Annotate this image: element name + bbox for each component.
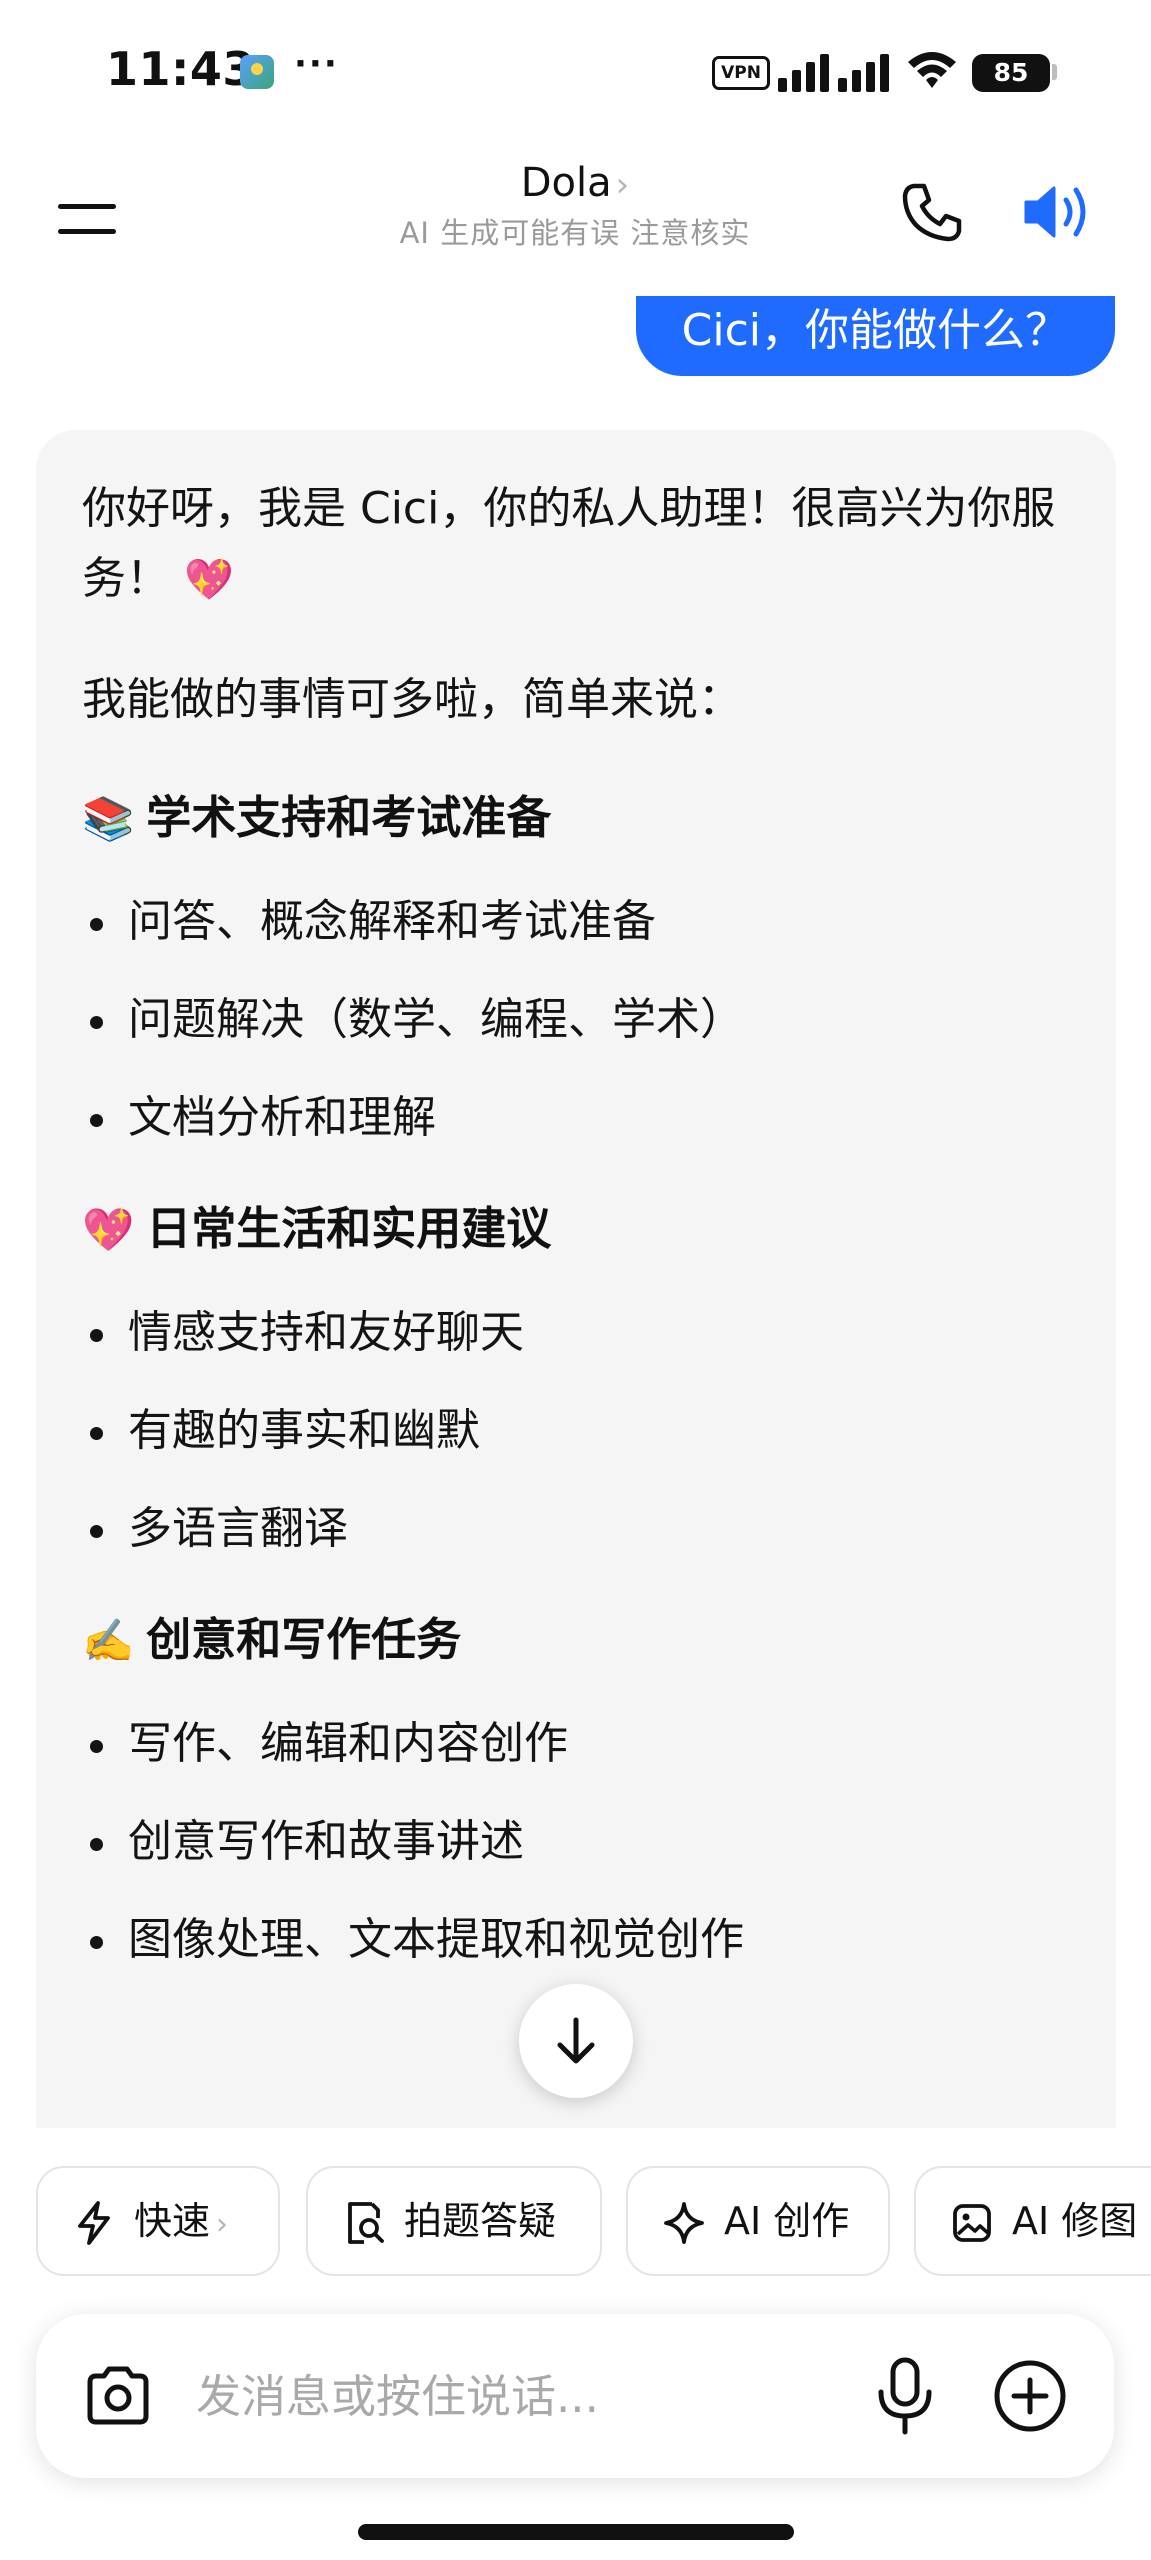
section-title: ✍️ 创意和写作任务 (82, 1613, 462, 1666)
list-item: 写作、编辑和内容创作 (82, 1716, 1070, 1772)
speaker-button[interactable] (1020, 176, 1100, 248)
section-list: 问答、概念解释和考试准备 问题解决（数学、编程、学术） 文档分析和理解 (82, 894, 1070, 1146)
bot-title-button[interactable]: Dola › AI 生成可能有误 注意核实 (340, 160, 810, 252)
lightning-icon (78, 2201, 110, 2245)
ai-image-edit-chip[interactable]: AI 修图 (914, 2166, 1151, 2276)
status-time: 11:43 (106, 42, 255, 96)
books-emoji-icon: 📚 (82, 794, 135, 843)
scroll-to-bottom-button[interactable] (519, 1984, 633, 2098)
list-item: 有趣的事实和幽默 (82, 1403, 1070, 1459)
camera-button[interactable] (80, 2358, 156, 2434)
quick-actions-bar[interactable]: 快速 › 拍题答疑 AI 创作 AI 修图 (36, 2166, 1151, 2276)
list-item: 图像处理、文本提取和视觉创作 (82, 1912, 1070, 1968)
app-notification-icon (240, 55, 274, 89)
microphone-button[interactable] (870, 2354, 940, 2438)
chevron-right-icon: › (216, 2207, 229, 2242)
section-title: 📚 学术支持和考试准备 (82, 791, 552, 844)
message-composer (36, 2314, 1114, 2478)
message-input[interactable] (196, 2354, 836, 2438)
section-list: 情感支持和友好聊天 有趣的事实和幽默 多语言翻译 (82, 1305, 1070, 1557)
phone-call-button[interactable] (896, 176, 968, 248)
writing-hand-emoji-icon: ✍️ (82, 1616, 135, 1665)
menu-button[interactable] (52, 188, 122, 250)
plus-button[interactable] (990, 2356, 1070, 2436)
home-indicator[interactable] (358, 2524, 794, 2540)
photo-question-chip[interactable]: 拍题答疑 (306, 2166, 602, 2276)
chat-header: Dola › AI 生成可能有误 注意核实 (0, 150, 1151, 290)
image-edit-icon (953, 2204, 991, 2242)
signal-icon (778, 54, 889, 92)
photo-search-icon (348, 2202, 384, 2244)
arrow-down-icon (557, 2017, 595, 2064)
section-list: 写作、编辑和内容创作 创意写作和故事讲述 图像处理、文本提取和视觉创作 (82, 1716, 1070, 1968)
heart-emoji-icon: 💖 (184, 557, 234, 603)
section-title: 💖 日常生活和实用建议 (82, 1202, 552, 1255)
status-bar: 11:43 ··· VPN 85 (0, 0, 1151, 150)
ai-create-chip[interactable]: AI 创作 (626, 2166, 890, 2276)
sparkle-icon (664, 2202, 704, 2244)
assistant-intro: 你好呀，我是 Cici，你的私人助理！很高兴为你服务！ 💖 (82, 483, 1056, 604)
list-item: 问题解决（数学、编程、学术） (82, 992, 1070, 1048)
wifi-icon (908, 52, 956, 88)
battery-tip (1052, 64, 1057, 80)
app-screen: 11:43 ··· VPN 85 Dola › AI 生成可能有误 注意核实 C… (0, 0, 1151, 2560)
list-item: 创意写作和故事讲述 (82, 1814, 1070, 1870)
list-item: 多语言翻译 (82, 1501, 1070, 1557)
heart-emoji-icon: 💖 (82, 1205, 135, 1254)
assistant-message: 你好呀，我是 Cici，你的私人助理！很高兴为你服务！ 💖 我能做的事情可多啦，… (36, 430, 1116, 2128)
quick-mode-chip[interactable]: 快速 › (36, 2166, 280, 2276)
chevron-right-icon: › (615, 165, 630, 205)
chat-messages[interactable]: Cici，你能做什么？ 你好呀，我是 Cici，你的私人助理！很高兴为你服务！ … (0, 296, 1151, 2128)
vpn-icon: VPN (712, 56, 770, 90)
list-item: 问答、概念解释和考试准备 (82, 894, 1070, 950)
battery-icon: 85 (972, 54, 1050, 92)
list-item: 情感支持和友好聊天 (82, 1305, 1070, 1361)
ai-disclaimer: AI 生成可能有误 注意核实 (399, 216, 751, 250)
bot-name: Dola (520, 160, 612, 206)
list-item: 文档分析和理解 (82, 1090, 1070, 1146)
status-more-icon: ··· (294, 44, 339, 84)
user-message-bubble: Cici，你能做什么？ (635, 296, 1115, 376)
assistant-lead: 我能做的事情可多啦，简单来说： (82, 674, 742, 725)
